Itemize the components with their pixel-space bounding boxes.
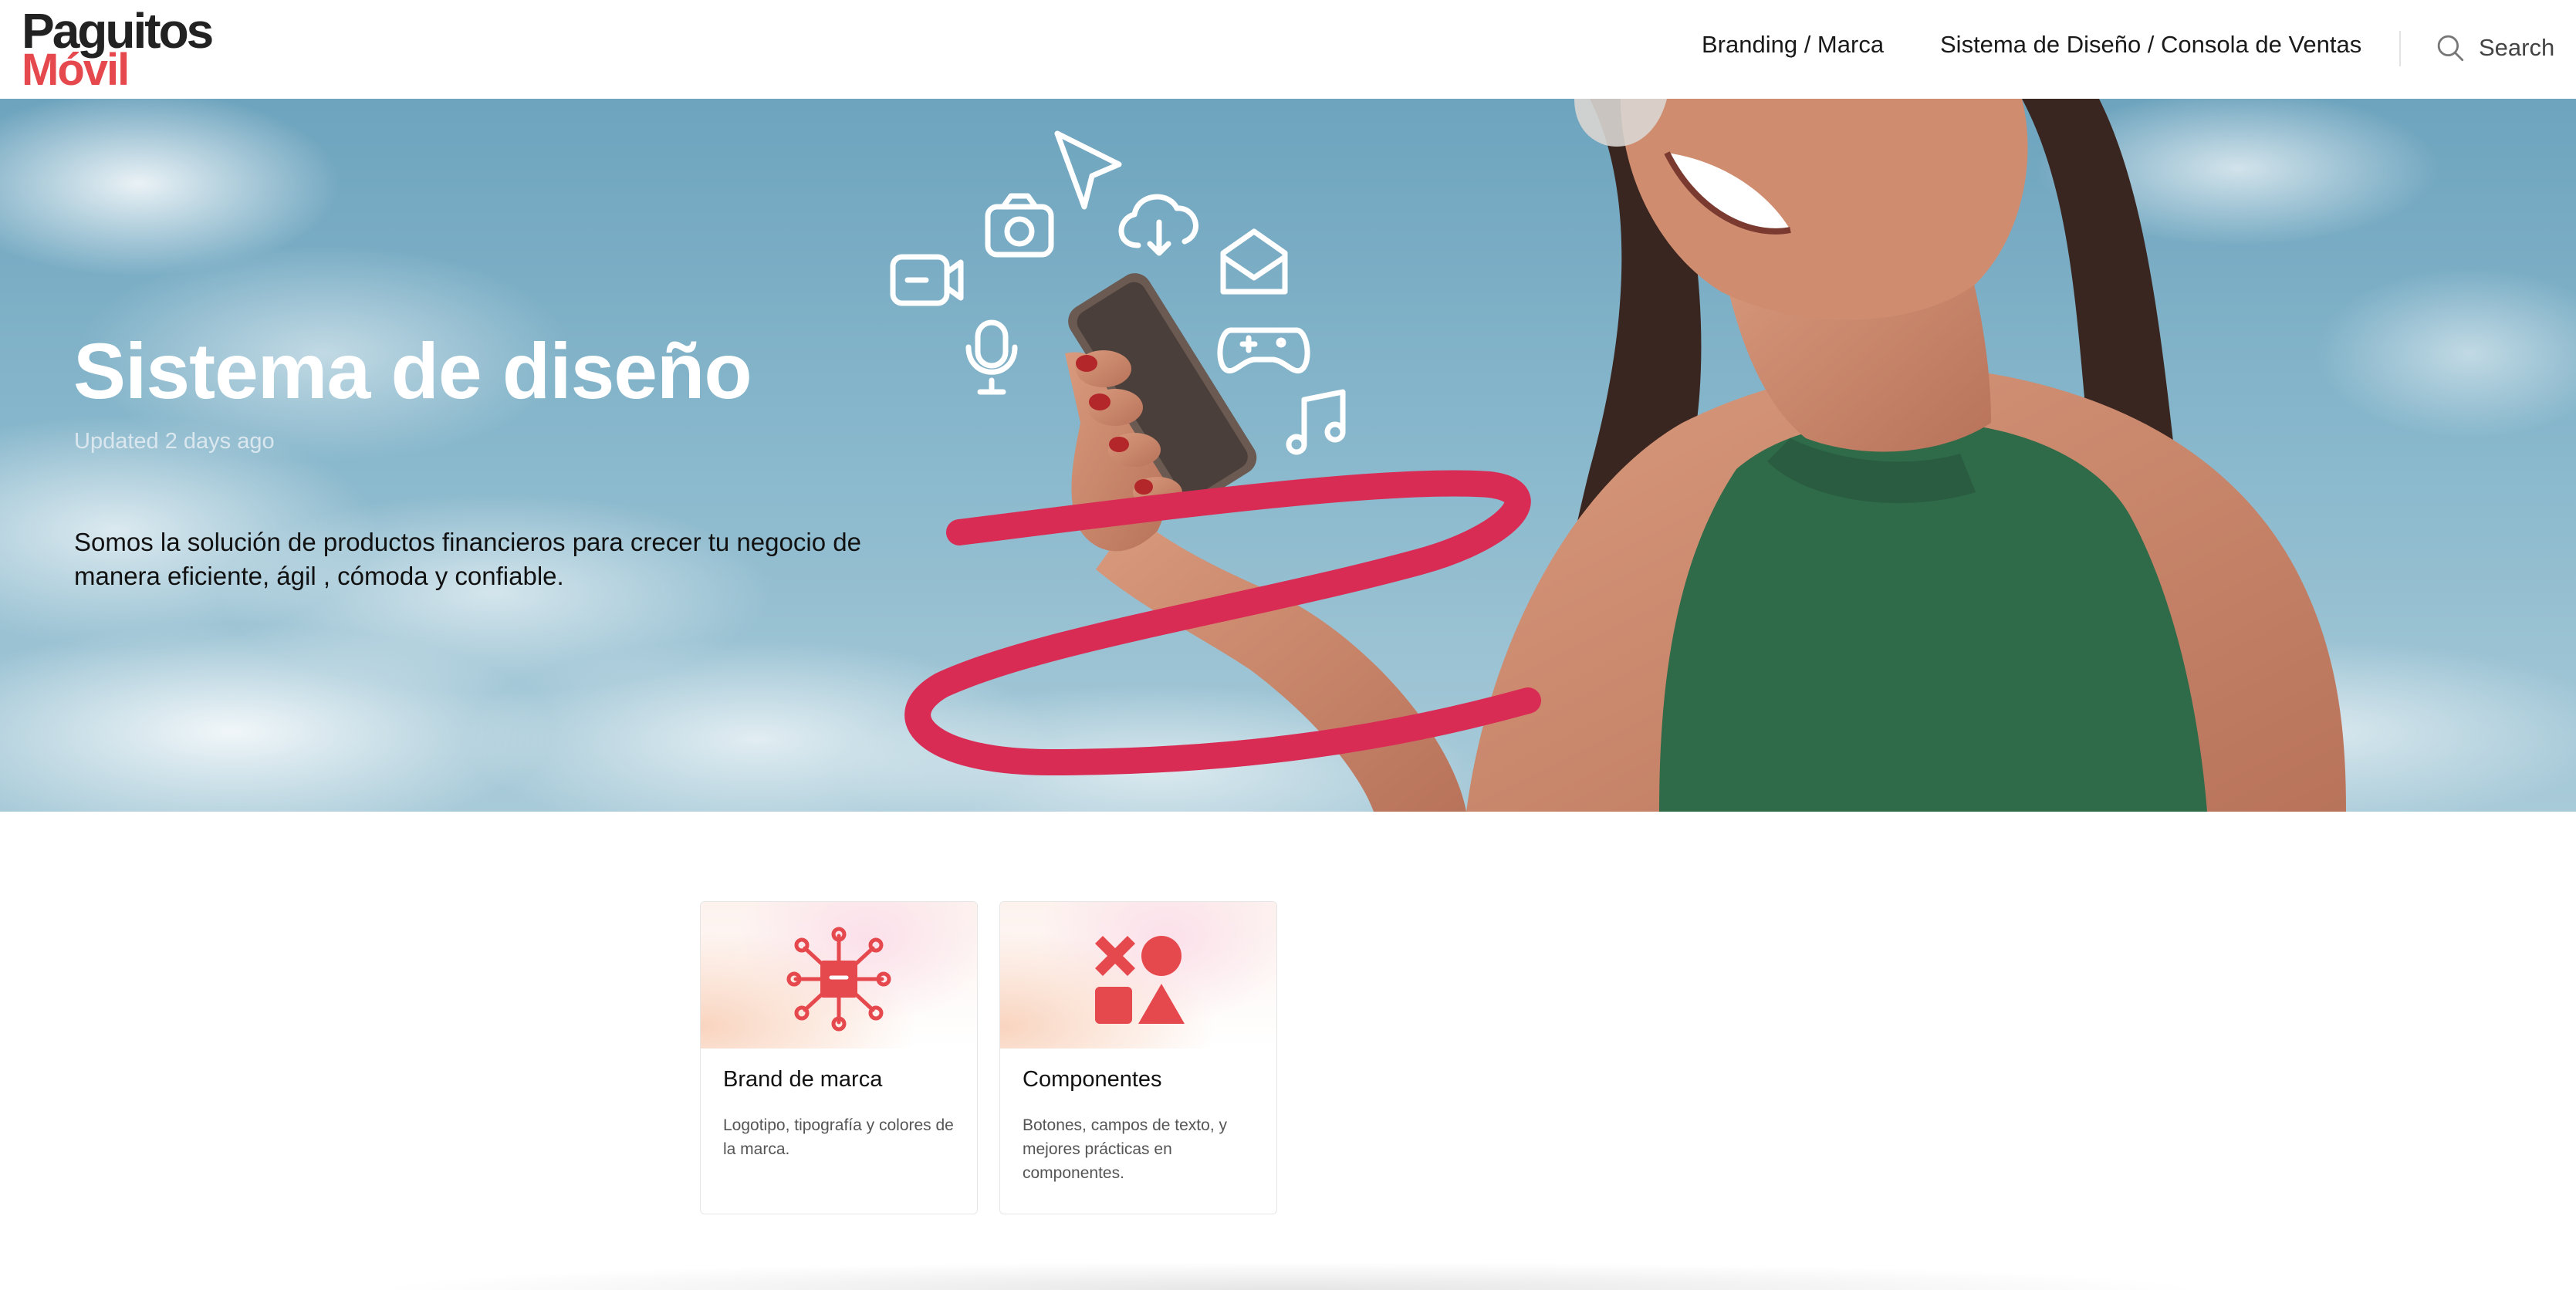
card-title: Componentes [1023, 1067, 1162, 1092]
card-header-gradient [701, 902, 977, 1049]
nav-link-sistema-diseno[interactable]: Sistema de Diseño / Consola de Ventas [1940, 31, 2361, 59]
nav-divider [2399, 31, 2401, 66]
page-title: Sistema de diseño [73, 327, 752, 415]
top-navigation-bar: Paguitos Móvil Branding / Marca Sistema … [0, 0, 2576, 99]
search-button[interactable]: Search [2434, 29, 2565, 66]
card-description: Logotipo, tipografía y colores de la mar… [723, 1116, 954, 1158]
nav-link-branding[interactable]: Branding / Marca [1702, 31, 1884, 59]
hero-illustration [0, 99, 2576, 812]
hero-description: Somos la solución de productos financier… [74, 528, 861, 590]
search-icon [2437, 35, 2464, 62]
hero-banner: Sistema de diseño Updated 2 days ago Som… [0, 99, 2576, 812]
card-brand-de-marca[interactable]: Brand de marca Logotipo, tipografía y co… [700, 901, 978, 1214]
card-title: Brand de marca [723, 1067, 883, 1092]
brand-network-icon [786, 927, 891, 1032]
shapes-icon [1095, 936, 1185, 1024]
search-label: Search [2479, 34, 2555, 61]
card-componentes[interactable]: Componentes Botones, campos de texto, y … [999, 901, 1277, 1214]
card-description: Botones, campos de texto, y mejores prác… [1023, 1116, 1227, 1182]
card-header-gradient [1000, 902, 1276, 1049]
footer-edge-shadow [293, 1259, 2284, 1290]
logo-text-movil: Móvil [22, 45, 130, 95]
updated-timestamp: Updated 2 days ago [74, 429, 275, 454]
paguitos-movil-logo[interactable]: Paguitos Móvil [22, 6, 253, 95]
